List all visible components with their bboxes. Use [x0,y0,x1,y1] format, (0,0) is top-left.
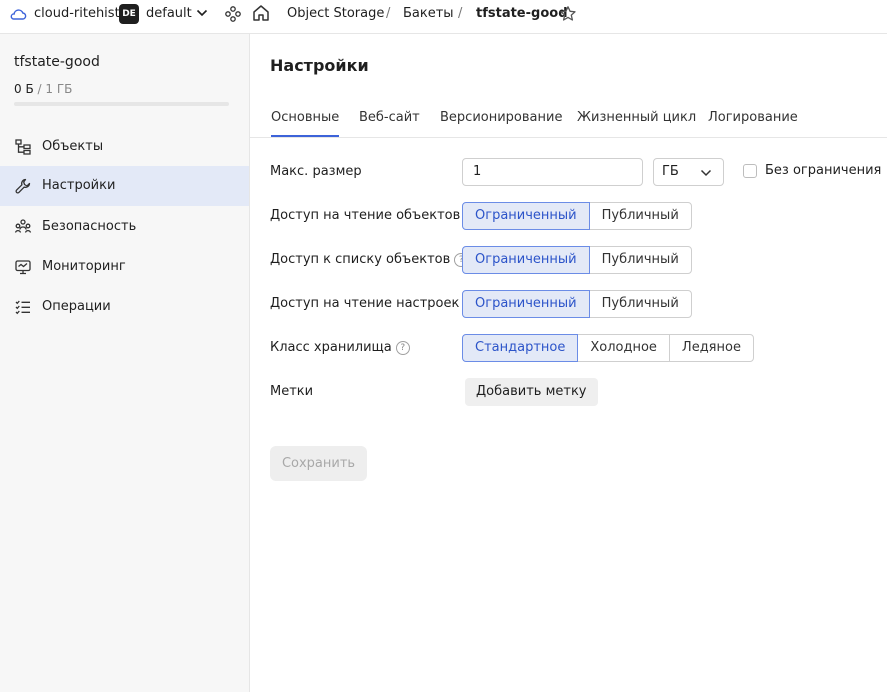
tab-lifecycle[interactable]: Жизненный цикл [577,107,696,129]
sidebar-item-label: Безопасность [42,219,137,234]
read-access-public-option[interactable]: Публичный [588,202,692,230]
storage-usage: 0 Б / 1 ГБ [14,82,72,96]
storage-class-standard-option[interactable]: Стандартное [462,334,579,362]
storage-class-toggle: Стандартное Холодное Ледяное [462,334,754,362]
tags-label: Метки [270,384,314,399]
no-limit-checkbox[interactable] [743,164,757,178]
cloud-icon [9,6,27,22]
sidebar-item-objects[interactable]: Объекты [0,127,249,167]
sidebar-item-label: Настройки [42,178,116,193]
list-access-label-text: Доступ к списку объектов [270,252,451,267]
usage-used: 0 Б [14,82,34,96]
add-tag-button[interactable]: Добавить метку [465,378,598,406]
page-title: Настройки [270,56,369,75]
folder-name[interactable]: default [146,0,192,28]
settings-access-public-option[interactable]: Публичный [588,290,692,318]
size-unit-value: ГБ [662,164,679,179]
settings-access-toggle: Ограниченный Публичный [462,290,692,318]
cloud-name[interactable]: cloud-ritehist [34,0,120,28]
settings-access-label-text: Доступ на чтение настроек [270,296,460,311]
list-access-toggle: Ограниченный Публичный [462,246,692,274]
list-icon [14,298,32,316]
sidebar-item-label: Операции [42,299,111,314]
help-icon[interactable]: ? [395,341,410,355]
star-icon[interactable] [559,5,577,23]
storage-class-ice-option[interactable]: Ледяное [668,334,754,362]
settings-access-restricted-option[interactable]: Ограниченный [462,290,590,318]
usage-separator: / [37,82,42,96]
storage-class-label: Класс хранилища? [270,338,410,358]
tab-logging[interactable]: Логирование [708,107,798,129]
chevron-down-icon [700,169,712,177]
usage-progress-bar [14,102,229,106]
users-icon [14,218,32,236]
main-content: Настройки Основные Веб-сайт Версионирова… [250,34,887,692]
breadcrumb-separator: / [458,6,463,21]
max-size-label: Макс. размер [270,164,362,179]
breadcrumb-bucket: tfstate-good [476,6,568,21]
breadcrumb-section[interactable]: Бакеты [403,0,454,28]
storage-class-label-text: Класс хранилища [270,340,392,355]
no-limit-label[interactable]: Без ограничения [765,161,881,181]
max-size-input[interactable]: 1 [462,158,643,186]
tab-versioning[interactable]: Версионирование [440,107,562,129]
sidebar-item-operations[interactable]: Операции [0,287,249,327]
sidebar-item-monitoring[interactable]: Мониторинг [0,247,249,287]
save-button[interactable]: Сохранить [270,446,367,481]
home-icon[interactable] [252,4,270,22]
usage-total: 1 ГБ [45,82,73,96]
read-access-label: Доступ на чтение объектов? [270,206,479,226]
settings-access-label: Доступ на чтение настроек? [270,294,478,314]
breadcrumb-separator: / [386,6,391,21]
wrench-icon [14,177,32,195]
sidebar-item-label: Мониторинг [42,259,126,274]
list-access-label: Доступ к списку объектов? [270,250,469,270]
list-access-restricted-option[interactable]: Ограниченный [462,246,590,274]
sidebar-item-settings[interactable]: Настройки [0,166,249,206]
read-access-label-text: Доступ на чтение объектов [270,208,461,223]
sidebar-item-label: Объекты [42,139,104,154]
tabs: Основные Веб-сайт Версионирование Жизнен… [250,107,887,138]
read-access-restricted-option[interactable]: Ограниченный [462,202,590,230]
storage-class-cold-option[interactable]: Холодное [577,334,670,362]
objects-icon [14,138,32,156]
list-access-public-option[interactable]: Публичный [588,246,692,274]
read-access-toggle: Ограниченный Публичный [462,202,692,230]
services-icon[interactable] [225,5,241,23]
sidebar-bucket-name: tfstate-good [14,54,100,70]
tab-general[interactable]: Основные [271,107,340,137]
sidebar-item-security[interactable]: Безопасность [0,207,249,247]
breadcrumb-service[interactable]: Object Storage [287,0,384,28]
sidebar: tfstate-good 0 Б / 1 ГБ Объекты Настройк… [0,34,250,692]
size-unit-select[interactable]: ГБ [653,158,724,186]
tab-website[interactable]: Веб-сайт [359,107,420,129]
monitor-icon [14,258,32,276]
chevron-down-icon[interactable] [196,8,208,20]
folder-badge: DE [119,4,139,24]
top-bar: cloud-ritehist DE default Object Storage… [0,0,887,34]
